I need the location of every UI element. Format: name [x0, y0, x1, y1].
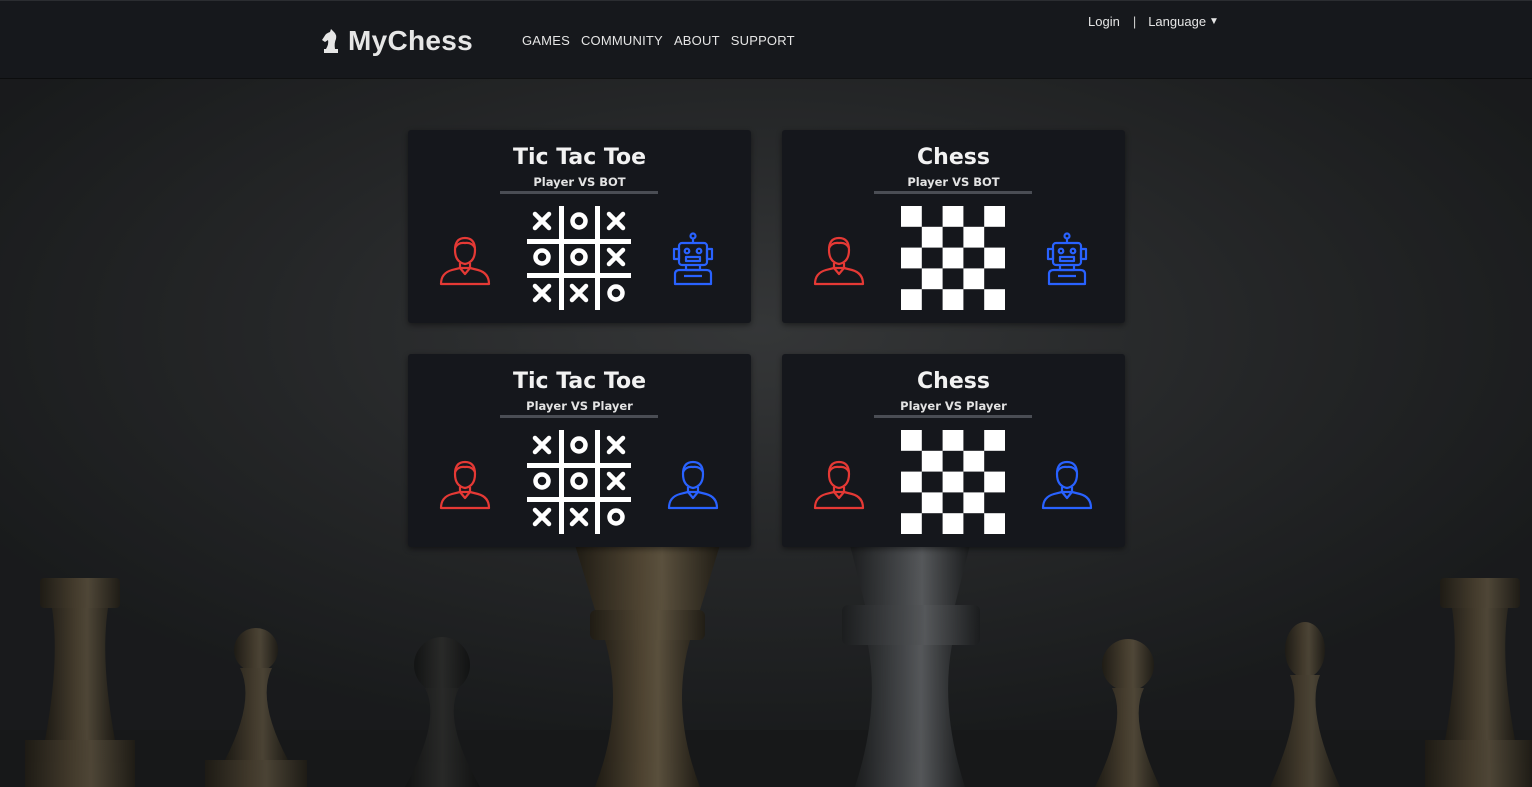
- chessboard-icon: [901, 430, 1005, 534]
- game-card-tictactoe-vs-bot[interactable]: Tic Tac Toe Player VS BOT: [408, 130, 751, 323]
- nav-games[interactable]: GAMES: [522, 33, 570, 48]
- chessboard-icon: [901, 206, 1005, 310]
- card-divider: [500, 191, 658, 194]
- card-divider: [874, 191, 1032, 194]
- card-title: Tic Tac Toe: [512, 145, 647, 170]
- robot-blue-icon: [672, 232, 714, 286]
- card-subtitle: Player VS BOT: [907, 175, 1000, 189]
- nav-support[interactable]: SUPPORT: [731, 33, 795, 48]
- nav-separator: |: [1132, 14, 1137, 29]
- card-subtitle: Player VS Player: [900, 399, 1007, 413]
- language-dropdown[interactable]: Language ▼: [1148, 14, 1219, 29]
- player-red-icon: [813, 460, 865, 510]
- robot-blue-icon: [1046, 232, 1088, 286]
- player-red-icon: [813, 236, 865, 286]
- nav-about[interactable]: ABOUT: [674, 33, 720, 48]
- card-title: Tic Tac Toe: [512, 369, 647, 394]
- nav-community[interactable]: COMMUNITY: [581, 33, 663, 48]
- background-chess-scene: [0, 0, 1532, 787]
- language-label: Language: [1148, 14, 1207, 29]
- game-card-tictactoe-vs-player[interactable]: Tic Tac Toe Player VS Player: [408, 354, 751, 547]
- card-title: Chess: [917, 369, 990, 394]
- card-subtitle: Player VS BOT: [533, 175, 626, 189]
- card-divider: [874, 415, 1032, 418]
- tic-tac-toe-icon: [527, 430, 631, 534]
- tic-tac-toe-icon: [527, 206, 631, 310]
- game-card-chess-vs-player[interactable]: Chess Player VS Player: [782, 354, 1125, 547]
- card-subtitle: Player VS Player: [526, 399, 633, 413]
- player-blue-icon: [1041, 460, 1093, 510]
- card-title: Chess: [917, 145, 990, 170]
- chess-knight-icon: [320, 27, 342, 55]
- card-divider: [500, 415, 658, 418]
- caret-down-icon: ▼: [1209, 16, 1219, 27]
- game-card-chess-vs-bot[interactable]: Chess Player VS BOT: [782, 130, 1125, 323]
- player-red-icon: [439, 460, 491, 510]
- player-red-icon: [439, 236, 491, 286]
- player-blue-icon: [667, 460, 719, 510]
- auth-area: Login | Language ▼: [1088, 14, 1219, 29]
- brand-name: MyChess: [348, 25, 474, 56]
- login-link[interactable]: Login: [1088, 14, 1120, 29]
- top-navbar: MyChess GAMES COMMUNITY ABOUT SUPPORT Lo…: [0, 0, 1532, 78]
- brand-logo[interactable]: MyChess: [320, 23, 473, 59]
- main-nav: GAMES COMMUNITY ABOUT SUPPORT: [522, 33, 795, 48]
